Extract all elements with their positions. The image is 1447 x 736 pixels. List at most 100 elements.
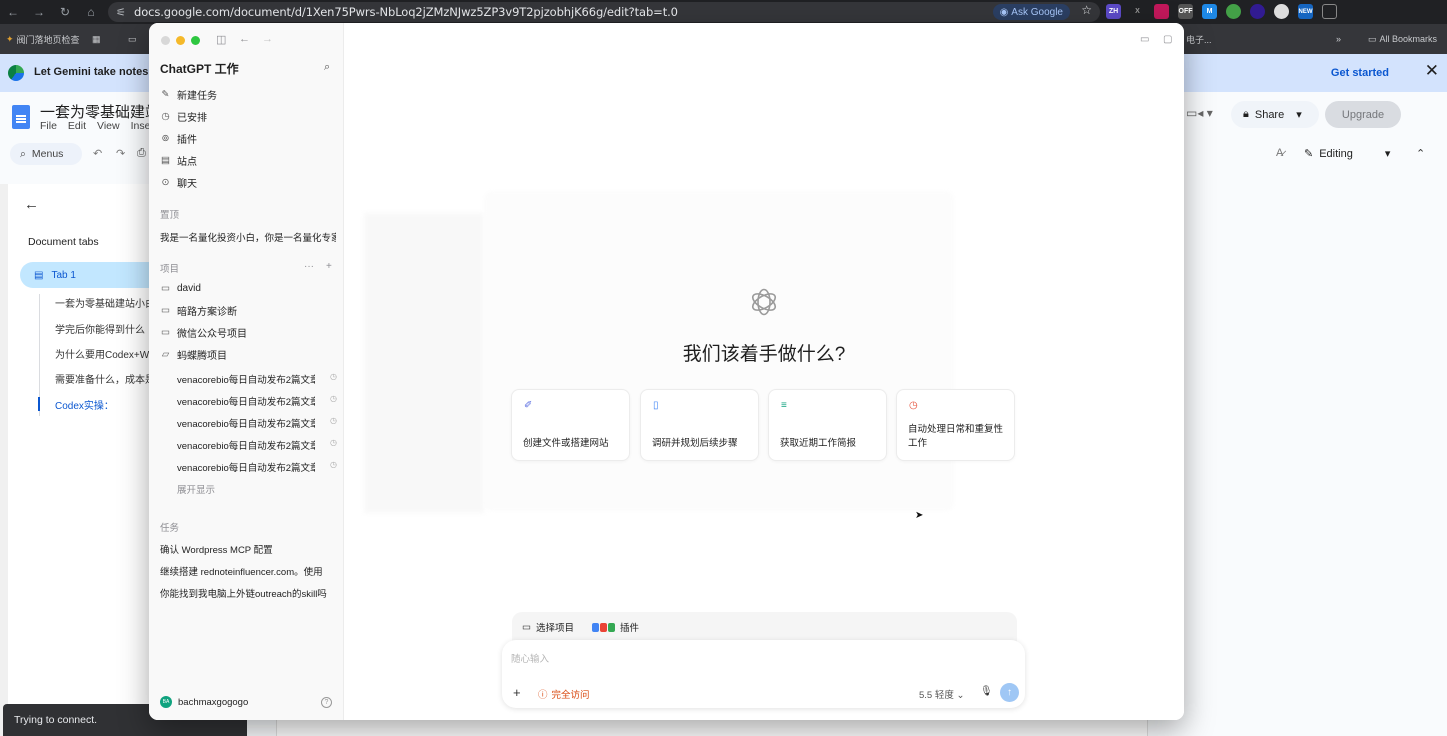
back-icon[interactable]: ← bbox=[239, 33, 250, 45]
help-icon[interactable]: ? bbox=[321, 697, 332, 708]
folder-icon[interactable]: ▭ bbox=[128, 34, 137, 45]
extension-icon[interactable] bbox=[1154, 4, 1169, 19]
add-project-icon[interactable]: + bbox=[326, 261, 332, 272]
site-icon: ▤ bbox=[161, 154, 170, 166]
expand-more-link[interactable]: 展开显示 bbox=[177, 482, 215, 496]
address-bar[interactable]: ⚟ docs.google.com/document/d/1Xen75Pwrs-… bbox=[108, 2, 1100, 22]
close-icon[interactable]: ✕ bbox=[1425, 61, 1439, 81]
extension-icon[interactable] bbox=[1274, 4, 1289, 19]
attach-plus-icon[interactable]: + bbox=[513, 685, 521, 700]
project-label: 暗路方案诊断 bbox=[177, 306, 237, 318]
bookmark-item[interactable]: 电子... bbox=[1186, 33, 1212, 46]
extension-icon[interactable]: OFF bbox=[1178, 4, 1193, 19]
suggestion-card[interactable]: ≡ 获取近期工作简报 bbox=[768, 389, 887, 461]
extension-icon[interactable]: ZH bbox=[1106, 4, 1121, 19]
extension-icon[interactable]: M bbox=[1202, 4, 1217, 19]
bookmark-star-icon[interactable]: ☆ bbox=[1081, 3, 1092, 17]
project-item[interactable]: ▭ 暗路方案诊断 bbox=[160, 301, 237, 319]
nav-scheduled[interactable]: ◷ 已安排 bbox=[160, 107, 207, 125]
plugins-button[interactable]: 插件 bbox=[592, 620, 639, 634]
model-selector[interactable]: 5.5 轻度 ⌄ bbox=[919, 687, 964, 701]
project-label: david bbox=[177, 282, 201, 294]
nav-sites[interactable]: ▤ 站点 bbox=[160, 151, 197, 169]
undo-icon[interactable]: ↶ bbox=[93, 147, 102, 160]
message-composer[interactable]: 随心输入 + ⓘ 完全访问 5.5 轻度 ⌄ 🎙︎ ↑ bbox=[502, 640, 1025, 708]
task-item[interactable]: 继续搭建 rednoteinfluencer.com。使用 bbox=[160, 564, 336, 578]
all-bookmarks[interactable]: ▭ All Bookmarks bbox=[1368, 34, 1437, 45]
chevron-right-icon[interactable]: » bbox=[1336, 34, 1341, 44]
username: bachmaxgogogo bbox=[178, 696, 249, 708]
extension-icon[interactable] bbox=[1250, 4, 1265, 19]
chevron-down-icon: ⌄ bbox=[956, 690, 965, 701]
menu-insert[interactable]: Inse bbox=[131, 120, 151, 132]
project-item-open[interactable]: ▱ 蚂蝶腾项目 bbox=[160, 345, 227, 363]
ask-google-button[interactable]: ◉ Ask Google bbox=[992, 4, 1070, 20]
meet-camera-icon[interactable]: ▭◂ ▾ bbox=[1186, 106, 1213, 120]
task-item[interactable]: 确认 Wordpress MCP 配置 bbox=[160, 542, 336, 556]
window-controls bbox=[161, 36, 200, 45]
redo-icon[interactable]: ↷ bbox=[116, 147, 125, 160]
back-arrow-icon[interactable]: ← bbox=[24, 196, 39, 213]
editing-mode-dropdown[interactable]: ✎ Editing ▾ bbox=[1304, 147, 1390, 161]
docs-logo-icon[interactable] bbox=[12, 105, 30, 129]
suggestion-card[interactable]: ▯ 调研并规划后续步骤 bbox=[640, 389, 759, 461]
toggle-sidebar-icon[interactable]: ◫ bbox=[216, 33, 226, 46]
popout-icon[interactable]: ▢ bbox=[1163, 34, 1172, 45]
extension-icon[interactable]: NEW bbox=[1298, 4, 1313, 19]
minimize-window-button[interactable] bbox=[176, 36, 185, 45]
user-account[interactable]: BA bachmaxgogogo bbox=[160, 696, 248, 708]
forward-icon[interactable]: → bbox=[26, 5, 52, 19]
menu-edit[interactable]: Edit bbox=[68, 120, 86, 132]
home-icon[interactable]: ⌂ bbox=[78, 5, 104, 19]
select-project-button[interactable]: ▭ 选择项目 bbox=[522, 620, 574, 635]
back-icon[interactable]: ← bbox=[0, 5, 26, 19]
spellcheck-icon[interactable]: A̷ bbox=[1276, 147, 1283, 159]
maximize-window-button[interactable] bbox=[191, 36, 200, 45]
outline-item-active[interactable]: Codex实操： bbox=[55, 397, 114, 412]
microphone-icon[interactable]: 🎙︎ bbox=[980, 686, 993, 697]
close-window-button[interactable] bbox=[161, 36, 170, 45]
search-icon[interactable]: ⌕ bbox=[324, 61, 330, 74]
print-icon[interactable]: ⎙ bbox=[137, 147, 146, 160]
project-item[interactable]: ▭ 微信公众号项目 bbox=[160, 323, 247, 341]
outline-item[interactable]: 一套为零基础建站小白 bbox=[55, 295, 155, 310]
suggestion-card[interactable]: ✐ 创建文件或搭建网站 bbox=[511, 389, 630, 461]
access-mode-button[interactable]: ⓘ 完全访问 bbox=[538, 687, 590, 701]
extension-icon[interactable]: X bbox=[1130, 4, 1145, 19]
extensions-puzzle-icon[interactable] bbox=[1322, 4, 1337, 19]
project-item[interactable]: ▭ david bbox=[160, 279, 201, 297]
composer-placeholder[interactable]: 随心输入 bbox=[511, 651, 549, 665]
outline-item[interactable]: 为什么要用Codex+W bbox=[55, 346, 149, 361]
get-started-link[interactable]: Get started bbox=[1331, 67, 1389, 79]
nav-new-task[interactable]: ✎ 新建任务 bbox=[160, 85, 217, 103]
bookmark-item[interactable]: ✦ 阀门落地页检查 bbox=[6, 33, 80, 46]
outline-item[interactable]: 需要准备什么，成本是 bbox=[55, 371, 155, 386]
extension-icon[interactable] bbox=[1226, 4, 1241, 19]
tab-1[interactable]: ▤ Tab 1 bbox=[20, 262, 160, 288]
suggestion-card[interactable]: ◷ 自动处理日常和重复性工作 bbox=[896, 389, 1015, 461]
collapse-toolbar-icon[interactable]: ⌃ bbox=[1416, 147, 1425, 160]
more-icon[interactable]: ··· bbox=[304, 261, 314, 272]
menus-search-button[interactable]: ⌕ Menus bbox=[10, 143, 82, 165]
share-button[interactable]: 🔒︎ Share ▾ bbox=[1231, 101, 1319, 128]
forward-icon[interactable]: → bbox=[262, 33, 273, 45]
chat-window-icon[interactable]: ▭ bbox=[1140, 34, 1149, 45]
project-task-item[interactable]: venacorebio每日自动发布2篇文章 ◷ bbox=[177, 438, 337, 452]
project-task-item[interactable]: venacorebio每日自动发布2篇文章 ◷ bbox=[177, 394, 337, 408]
apps-grid-icon[interactable]: ▦ bbox=[92, 34, 101, 45]
project-task-item[interactable]: venacorebio每日自动发布2篇文章 ◷ bbox=[177, 460, 337, 474]
menu-view[interactable]: View bbox=[97, 120, 120, 132]
project-task-item[interactable]: venacorebio每日自动发布2篇文章 ◷ bbox=[177, 372, 337, 386]
task-item[interactable]: 你能找到我电脑上外链outreach的skill吗 bbox=[160, 586, 336, 600]
send-button[interactable]: ↑ bbox=[1000, 683, 1019, 702]
nav-chat[interactable]: ⊙ 聊天 bbox=[160, 173, 197, 191]
site-info-icon[interactable]: ⚟ bbox=[116, 6, 134, 19]
nav-plugins[interactable]: ⊚ 插件 bbox=[160, 129, 197, 147]
menu-file[interactable]: File bbox=[40, 120, 57, 132]
lens-icon: ◉ bbox=[999, 6, 1009, 18]
outline-item[interactable]: 学完后你能得到什么 bbox=[55, 321, 145, 336]
pinned-chat-item[interactable]: 我是一名量化投资小白，你是一名量化专家 bbox=[160, 230, 336, 244]
project-task-item[interactable]: venacorebio每日自动发布2篇文章 ◷ bbox=[177, 416, 337, 430]
reload-icon[interactable]: ↻ bbox=[52, 5, 78, 19]
upgrade-button[interactable]: Upgrade bbox=[1325, 101, 1401, 128]
